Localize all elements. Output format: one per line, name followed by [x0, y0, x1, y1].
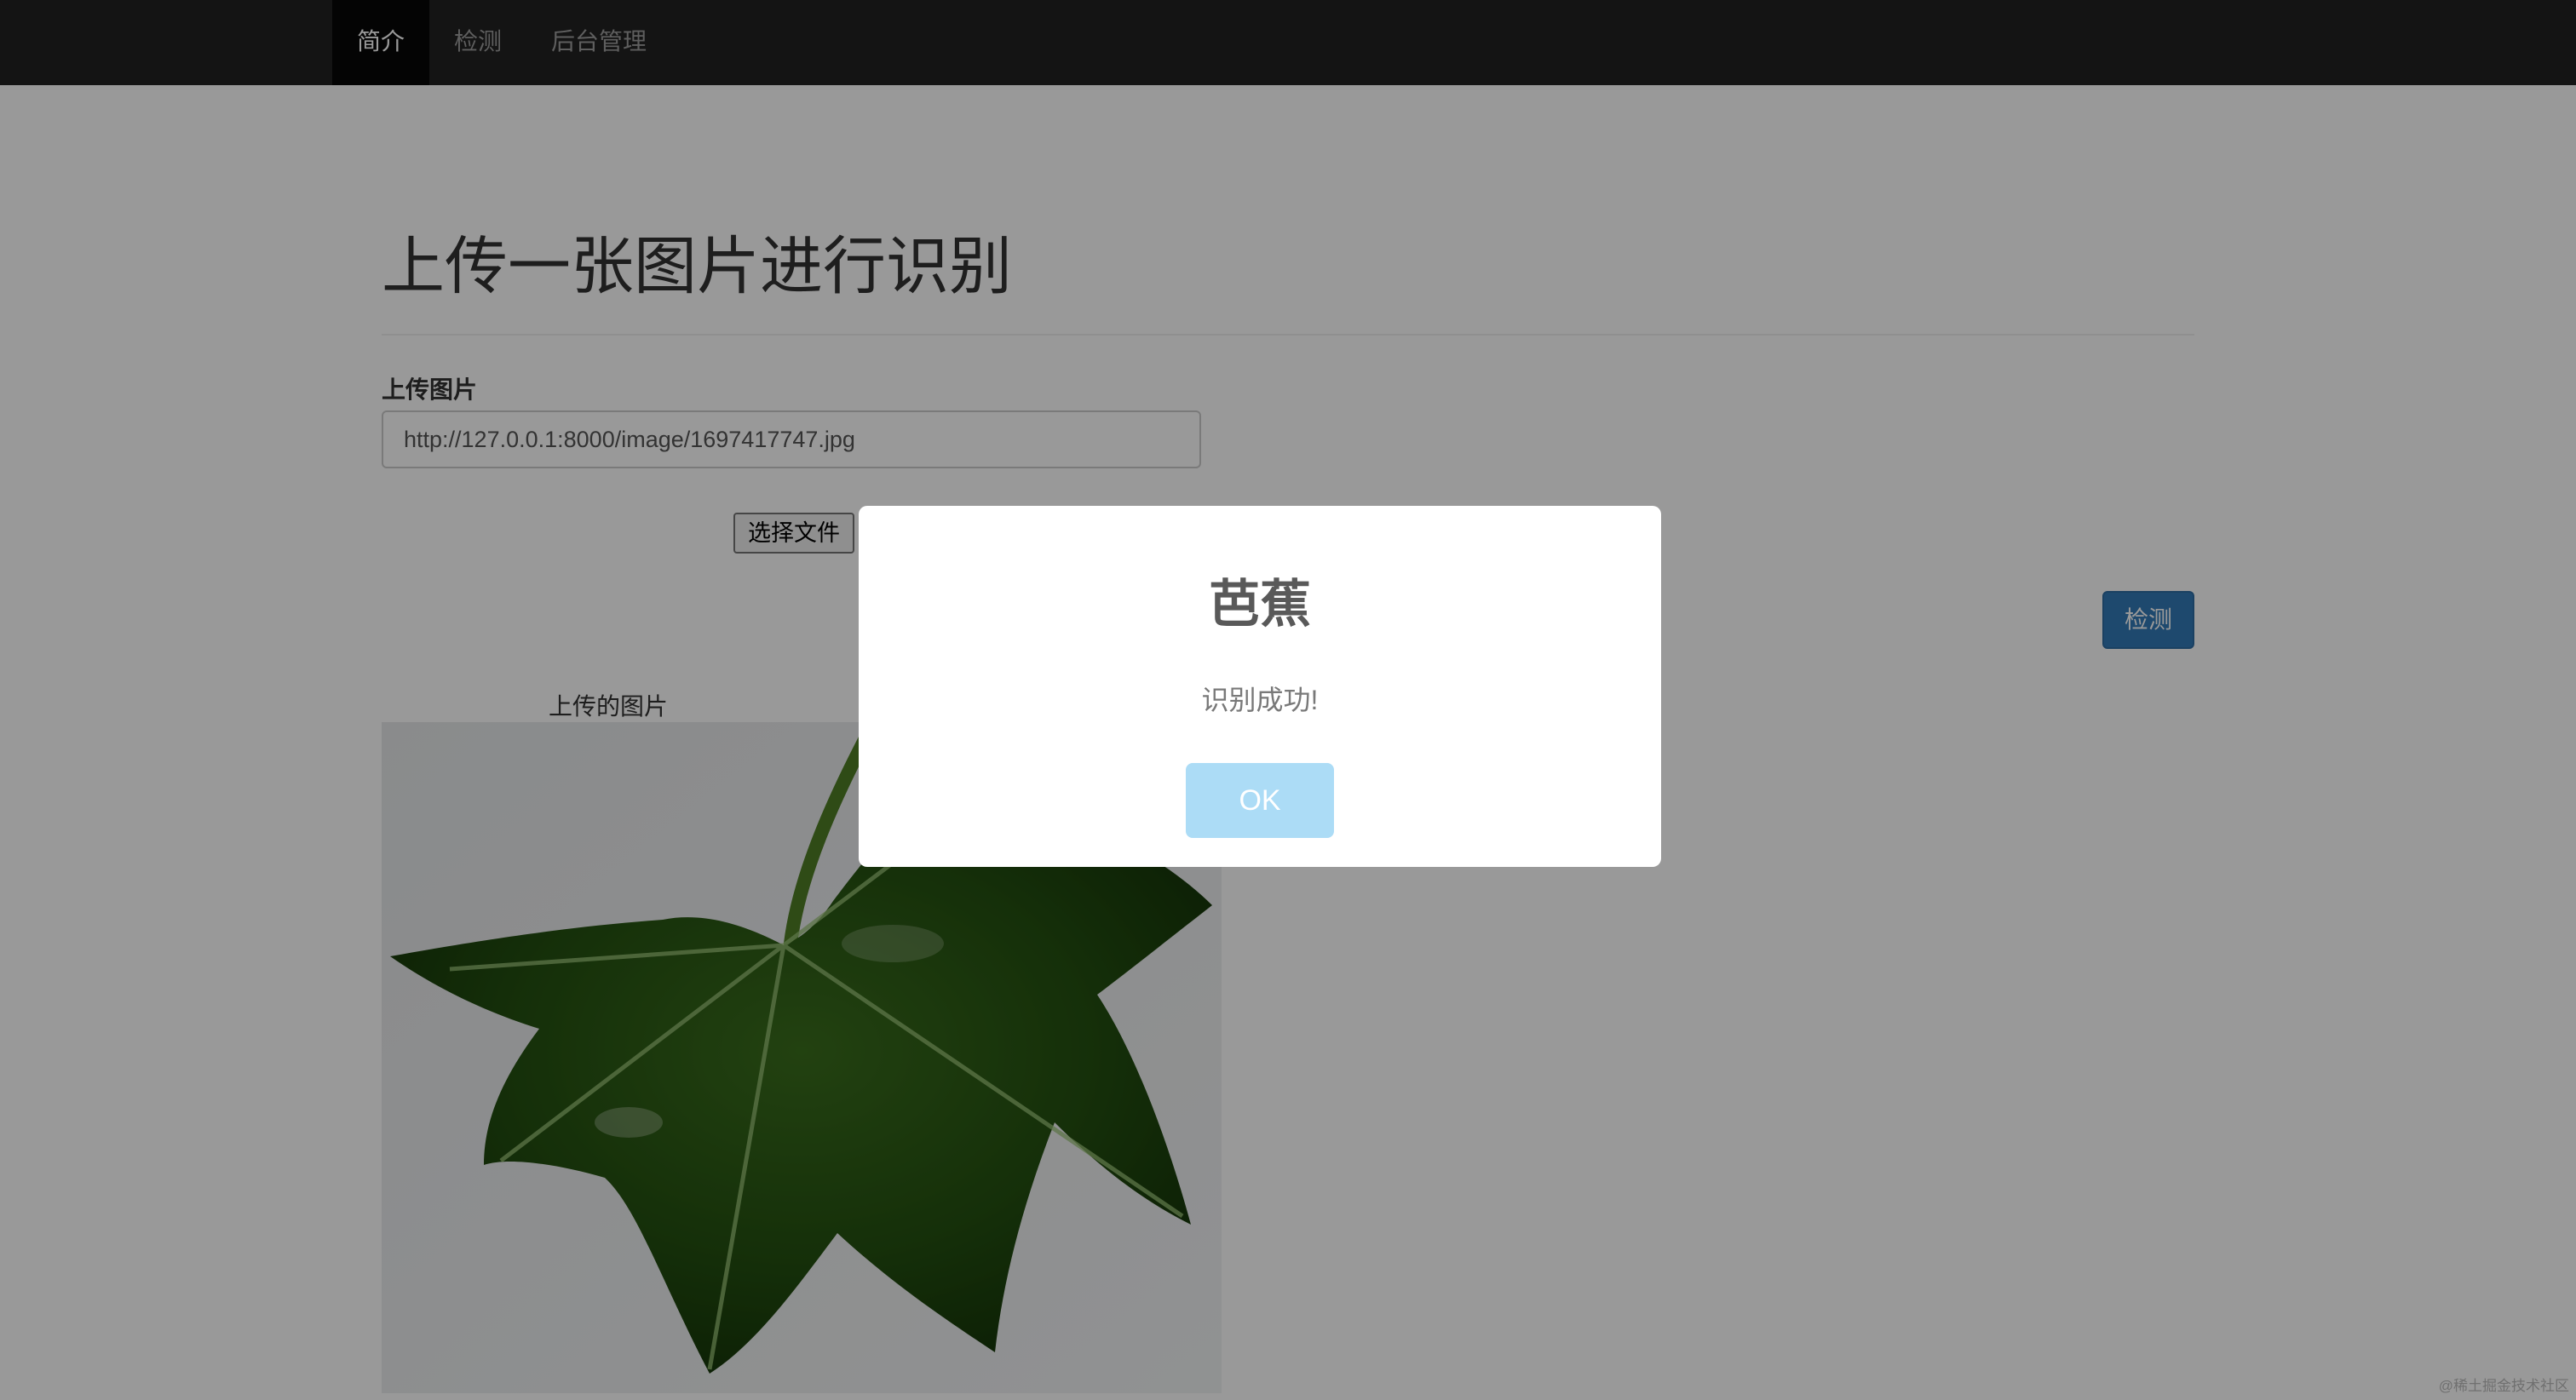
dialog-message: 识别成功!: [1201, 685, 1319, 715]
result-dialog: 芭蕉 识别成功! OK: [859, 506, 1661, 867]
page: 简介 检测 后台管理 上传一张图片进行识别 上传图片 选择文件 检测 上传的图片: [0, 0, 2576, 1400]
ok-button[interactable]: OK: [1186, 763, 1334, 838]
dialog-title: 芭蕉: [1209, 576, 1311, 633]
